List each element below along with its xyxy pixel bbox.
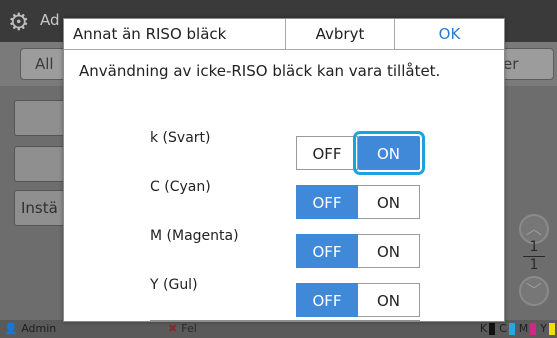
- ink-label-yellow: Y (Gul): [150, 277, 198, 293]
- ink-y: Y: [540, 322, 555, 335]
- gear-icon: ⚙: [8, 8, 30, 36]
- toggle-magenta-on[interactable]: ON: [358, 234, 420, 268]
- toggle-magenta: OFF ON: [296, 234, 421, 268]
- page-total: 1: [529, 257, 539, 273]
- non-riso-ink-dialog: Annat än RISO bläck Avbryt OK Användning…: [63, 18, 505, 322]
- background-title: Ad: [40, 11, 60, 29]
- dialog-title: Annat än RISO bläck: [64, 19, 286, 49]
- toggle-yellow-on[interactable]: ON: [358, 283, 420, 317]
- toggle-yellow: OFF ON: [296, 283, 421, 317]
- ink-m: M: [519, 322, 537, 335]
- dialog-header: Annat än RISO bläck Avbryt OK: [64, 19, 504, 50]
- scroll-down-icon: ﹀: [519, 276, 549, 306]
- toggle-yellow-off[interactable]: OFF: [296, 283, 358, 317]
- ink-label-magenta: M (Magenta): [150, 228, 239, 244]
- dialog-scroll-edge: [150, 320, 420, 322]
- footer-user-label: Admin: [21, 322, 57, 335]
- toggle-cyan: OFF ON: [296, 185, 421, 219]
- page-indicator: 1 1: [523, 240, 545, 273]
- footer-user: 👤 Admin: [4, 322, 57, 335]
- ink-row-cyan: C (Cyan) OFF ON: [64, 179, 504, 231]
- ink-label-black: k (Svart): [150, 130, 211, 146]
- toggle-black: OFF ON: [296, 131, 425, 175]
- dialog-description: Användning av icke-RISO bläck kan vara t…: [79, 62, 441, 80]
- cancel-button[interactable]: Avbryt: [286, 19, 395, 49]
- toggle-magenta-off[interactable]: OFF: [296, 234, 358, 268]
- ink-row-magenta: M (Magenta) OFF ON: [64, 228, 504, 280]
- ink-m-letter: M: [518, 322, 529, 335]
- ink-label-cyan: C (Cyan): [150, 179, 211, 195]
- toggle-black-off[interactable]: OFF: [296, 136, 358, 170]
- ink-row-black: k (Svart) OFF ON: [64, 130, 504, 182]
- ok-button[interactable]: OK: [395, 19, 504, 49]
- page-current: 1: [529, 239, 539, 255]
- toggle-cyan-off[interactable]: OFF: [296, 185, 358, 219]
- toggle-black-on[interactable]: ON: [353, 131, 425, 175]
- ink-y-letter: Y: [540, 322, 547, 335]
- toggle-cyan-on[interactable]: ON: [358, 185, 420, 219]
